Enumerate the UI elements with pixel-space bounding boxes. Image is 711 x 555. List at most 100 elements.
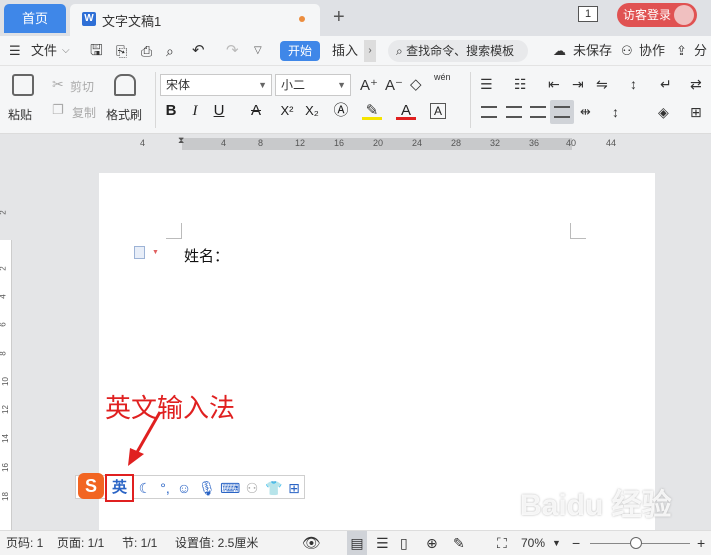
superscript-button[interactable]: X² (277, 100, 297, 122)
highlight-icon[interactable]: ✎ (362, 100, 382, 120)
keyboard-icon[interactable]: ⌨ (220, 480, 240, 496)
tab-document[interactable]: W 文字文稿1 (70, 4, 320, 36)
tab-start[interactable]: 开始 (280, 41, 320, 61)
status-pages[interactable]: 页面: 1/1 (57, 531, 104, 555)
skin-shirt-icon[interactable]: 👕 (265, 480, 282, 496)
scroll-tabs-icon[interactable]: › (364, 40, 376, 62)
copy-button[interactable]: 复制 (72, 104, 96, 121)
sogou-logo-icon[interactable]: S (78, 473, 104, 499)
status-section[interactable]: 节: 1/1 (122, 531, 157, 555)
eye-protect-icon[interactable]: 👁 (302, 531, 321, 555)
export-icon[interactable]: ⎘ (116, 36, 127, 66)
window-count-badge[interactable]: 1 (578, 6, 598, 22)
justify-button[interactable] (550, 100, 574, 124)
zoom-out-icon[interactable]: − (572, 531, 580, 555)
divider (470, 72, 471, 128)
more-icon[interactable]: ▽ (254, 36, 262, 66)
align-right-icon[interactable] (530, 106, 546, 118)
zoom-in-icon[interactable]: + (697, 531, 705, 555)
redo-icon[interactable]: ↷ (226, 36, 239, 66)
subscript-button[interactable]: X₂ (302, 100, 322, 122)
format-painter-icon[interactable] (114, 74, 136, 96)
italic-button[interactable]: I (185, 100, 205, 122)
shading-icon[interactable]: ◈ (658, 104, 669, 121)
divider (155, 72, 156, 128)
unsaved-dot-icon (299, 16, 305, 22)
status-setting[interactable]: 设置值: 2.5厘米 (175, 531, 258, 555)
tab-insert[interactable]: 插入 (332, 36, 358, 66)
preview-icon[interactable]: ⌕ (166, 36, 174, 66)
sort-icon[interactable]: ↕ (630, 76, 637, 92)
zoom-slider-thumb[interactable] (630, 537, 642, 549)
punctuation-icon[interactable]: °, (157, 480, 173, 496)
align-center-icon[interactable] (506, 106, 522, 118)
collab-button[interactable]: 协作 (639, 36, 665, 66)
hamburger-icon[interactable]: ☰ (9, 36, 21, 66)
chinese-layout-icon[interactable]: ⇋ (596, 76, 608, 93)
write-mode-icon[interactable]: ✎ (453, 531, 465, 555)
user-icon[interactable]: ⚇ (244, 480, 260, 496)
toolbox-grid-icon[interactable]: ⊞ (286, 480, 302, 496)
vruler-number: 18 (0, 492, 10, 501)
bold-button[interactable]: B (161, 100, 181, 122)
text-effect-icon[interactable]: Ⓐ (331, 100, 351, 122)
tab-home[interactable]: 首页 (4, 4, 66, 33)
command-search[interactable]: ⌕ 查找命令、搜索模板 (388, 40, 528, 62)
web-view-icon[interactable]: ⊕ (426, 531, 438, 555)
fit-page-icon[interactable]: ⛶ (497, 531, 507, 555)
vruler-number: 2 (0, 210, 8, 214)
read-view-icon[interactable]: ▯ (400, 531, 408, 555)
indent-marker-icon[interactable]: ⧗ (178, 135, 184, 146)
unsaved-button[interactable]: 未保存 (573, 36, 612, 66)
document-text[interactable]: 姓名： (184, 245, 229, 266)
chevron-down-icon[interactable]: ⌵ (62, 36, 70, 66)
vruler-number: 12 (0, 405, 10, 414)
font-size-select[interactable]: 小二 ▼ (275, 74, 351, 96)
underline-button[interactable]: U (209, 100, 229, 122)
halfwidth-moon-icon[interactable]: ☾ (137, 480, 153, 496)
increase-indent-icon[interactable]: ⇥ (572, 76, 584, 93)
align-left-icon[interactable] (481, 106, 497, 118)
copy-icon: ❐ (52, 102, 64, 117)
outline-view-icon[interactable]: ☰ (376, 531, 389, 555)
undo-icon[interactable]: ↶ (192, 36, 205, 66)
chevron-down-icon[interactable]: ▼ (552, 531, 561, 555)
bullet-list-icon[interactable]: ☰ (480, 76, 493, 93)
emoji-icon[interactable]: ☺ (176, 480, 192, 496)
save-icon[interactable]: 🖫 (90, 36, 103, 66)
status-page-code[interactable]: 页码: 1 (6, 531, 43, 555)
distribute-icon[interactable]: ⇹ (580, 104, 591, 120)
search-icon: ⌕ (396, 44, 403, 58)
print-icon[interactable]: ⎙ (141, 36, 152, 66)
grow-font-icon[interactable]: A⁺ (360, 76, 378, 94)
line-spacing-icon[interactable]: ↕ (612, 104, 619, 120)
font-color-button[interactable]: A (396, 100, 416, 120)
clear-format-icon[interactable]: ◇ (410, 75, 422, 93)
more-paragraph-icon[interactable]: ⇄ (690, 76, 702, 93)
format-painter-button[interactable]: 格式刷 (106, 106, 142, 123)
char-border-button[interactable]: A (430, 103, 446, 119)
page-view-icon[interactable]: ▤ (347, 531, 367, 555)
login-button[interactable]: 访客登录 (617, 3, 697, 27)
font-size-value: 小二 (281, 78, 306, 92)
vruler-number: 10 (0, 377, 10, 386)
new-tab-button[interactable]: + (333, 6, 345, 29)
share-button[interactable]: 分享 (694, 36, 711, 88)
zoom-level[interactable]: 70% (521, 531, 545, 555)
numbered-list-icon[interactable]: ☷ (514, 76, 527, 93)
strikethrough-button[interactable]: A (246, 100, 266, 122)
shrink-font-icon[interactable]: A⁻ (385, 76, 403, 94)
paragraph-marks-icon[interactable]: ↵ (660, 76, 672, 93)
paste-button[interactable]: 粘贴 (8, 106, 32, 123)
paragraph-handle-icon[interactable] (134, 246, 145, 259)
paste-icon[interactable] (12, 74, 34, 96)
decrease-indent-icon[interactable]: ⇤ (548, 76, 560, 93)
borders-icon[interactable]: ⊞ (690, 104, 702, 121)
microphone-icon[interactable]: 🎙 (198, 480, 216, 496)
cut-button[interactable]: 剪切 (70, 78, 94, 95)
menu-file[interactable]: 文件 (31, 36, 57, 66)
ime-mode-toggle[interactable]: 英 (105, 474, 134, 502)
pinyin-guide-icon[interactable]: wén (434, 72, 451, 82)
chevron-down-icon[interactable]: ▼ (152, 249, 159, 256)
font-family-select[interactable]: 宋体 ▼ (160, 74, 272, 96)
